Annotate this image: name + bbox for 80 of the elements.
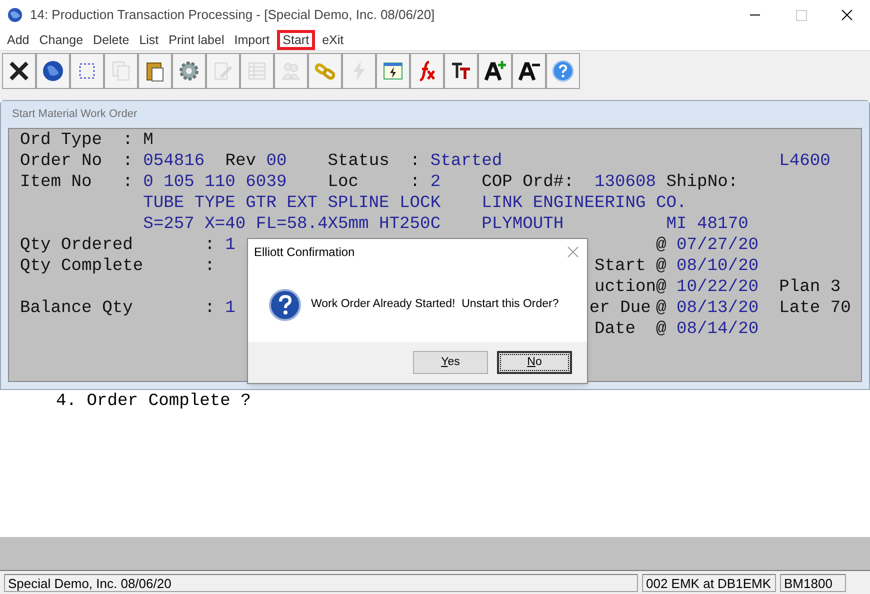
field-label: Late 70	[779, 298, 851, 319]
status-field: Special Demo, Inc. 08/06/20	[4, 574, 638, 592]
field-label: M	[143, 130, 154, 151]
field-label: :	[122, 172, 133, 193]
field-value: 08/10/20	[676, 256, 759, 277]
menu-item[interactable]: Print label	[164, 30, 230, 50]
field-label: COP Ord#:	[482, 172, 574, 193]
dialog-title: Elliott Confirmation	[254, 244, 355, 261]
globe-icon	[41, 58, 65, 82]
x-icon	[7, 58, 31, 82]
field-value: S=257 X=40 FL=58.4X5mm HT250C	[143, 214, 441, 235]
field-value: 1	[225, 298, 236, 319]
status-field: BM1800	[780, 574, 846, 592]
toolbar-button[interactable]	[70, 52, 104, 88]
status-field: 002 EMK at DB1EMK	[642, 574, 776, 592]
menu-item[interactable]: Change	[34, 30, 88, 50]
field-label: :	[410, 151, 420, 172]
field-value: 07/27/20	[676, 235, 759, 256]
field-label: uction@	[594, 277, 666, 298]
field-label: Qty Complete	[20, 256, 144, 277]
toolbar-button[interactable]	[512, 52, 546, 88]
field-value: 1	[225, 235, 236, 256]
field-value: 2	[430, 172, 441, 193]
field-value: 10/22/20	[676, 277, 759, 298]
toolbar-button[interactable]	[444, 52, 478, 88]
help-icon	[551, 58, 575, 82]
field-value: TUBE TYPE GTR EXT SPLINE LOCK	[143, 193, 441, 214]
field-value: 08/13/20	[676, 298, 759, 319]
field-value: 130608	[594, 172, 656, 193]
field-value: 08/14/20	[676, 319, 759, 340]
field-label: er Due	[589, 298, 651, 319]
font-increase-icon	[483, 58, 507, 82]
field-label: :	[204, 235, 215, 256]
field-label: Item No	[20, 172, 92, 193]
field-label: Balance Qty	[20, 298, 133, 319]
field-label: Qty Ordered	[20, 235, 133, 256]
gear-icon	[177, 58, 201, 82]
field-value: 0 105 110 6039	[143, 172, 287, 193]
field-value: MI 48170	[666, 214, 748, 235]
field-label: @	[656, 235, 666, 256]
field-value: Started	[430, 151, 502, 172]
field-label: Date	[594, 319, 636, 340]
field-label: :	[204, 256, 215, 277]
prompt-text: 4. Order Complete ?	[56, 392, 251, 411]
field-label: :	[122, 151, 133, 172]
field-label: Rev	[225, 151, 256, 172]
field-label: Ord Type	[20, 130, 102, 151]
field-label: :	[204, 298, 215, 319]
dialog-message: Work Order Already Started! Unstart this Order?	[311, 297, 559, 312]
field-label: Plan 3	[779, 277, 841, 298]
question-icon	[269, 289, 301, 321]
field-label: Status	[328, 151, 390, 172]
field-label: @	[656, 256, 666, 277]
window-title: 14: Production Transaction Processing - [Special Demo, Inc. 08/06/20]	[30, 6, 435, 24]
app-globe-icon	[7, 7, 23, 23]
field-label: Order No	[20, 151, 102, 172]
field-value: 00	[266, 151, 287, 172]
toolbar-button[interactable]	[2, 52, 36, 88]
field-value: L4600	[779, 151, 830, 172]
field-label: :	[410, 172, 420, 193]
field-label: Start	[594, 256, 646, 277]
field-label: Loc	[328, 172, 359, 193]
field-value: PLYMOUTH	[482, 214, 564, 235]
field-label: @	[656, 319, 666, 340]
menu-item[interactable]: Delete	[88, 30, 134, 50]
dialog-button[interactable]: No	[497, 351, 572, 374]
field-value: LINK ENGINEERING CO.	[482, 193, 687, 214]
menu-item[interactable]: eXit	[317, 30, 349, 50]
toolbar-button[interactable]	[478, 52, 512, 88]
field-label: ShipNo:	[666, 172, 738, 193]
field-label: :	[122, 130, 133, 151]
menu-item[interactable]: List	[134, 30, 164, 50]
field-label: @	[656, 298, 666, 319]
field-value: 054816	[143, 151, 205, 172]
toolbar-button[interactable]	[36, 52, 70, 88]
menu-item[interactable]: Add	[2, 30, 34, 50]
form-title: Start Material Work Order	[12, 107, 138, 122]
toolbar-button[interactable]	[138, 52, 172, 88]
menu-item[interactable]: Import	[229, 30, 275, 50]
dialog-button[interactable]: Yes	[413, 351, 488, 374]
